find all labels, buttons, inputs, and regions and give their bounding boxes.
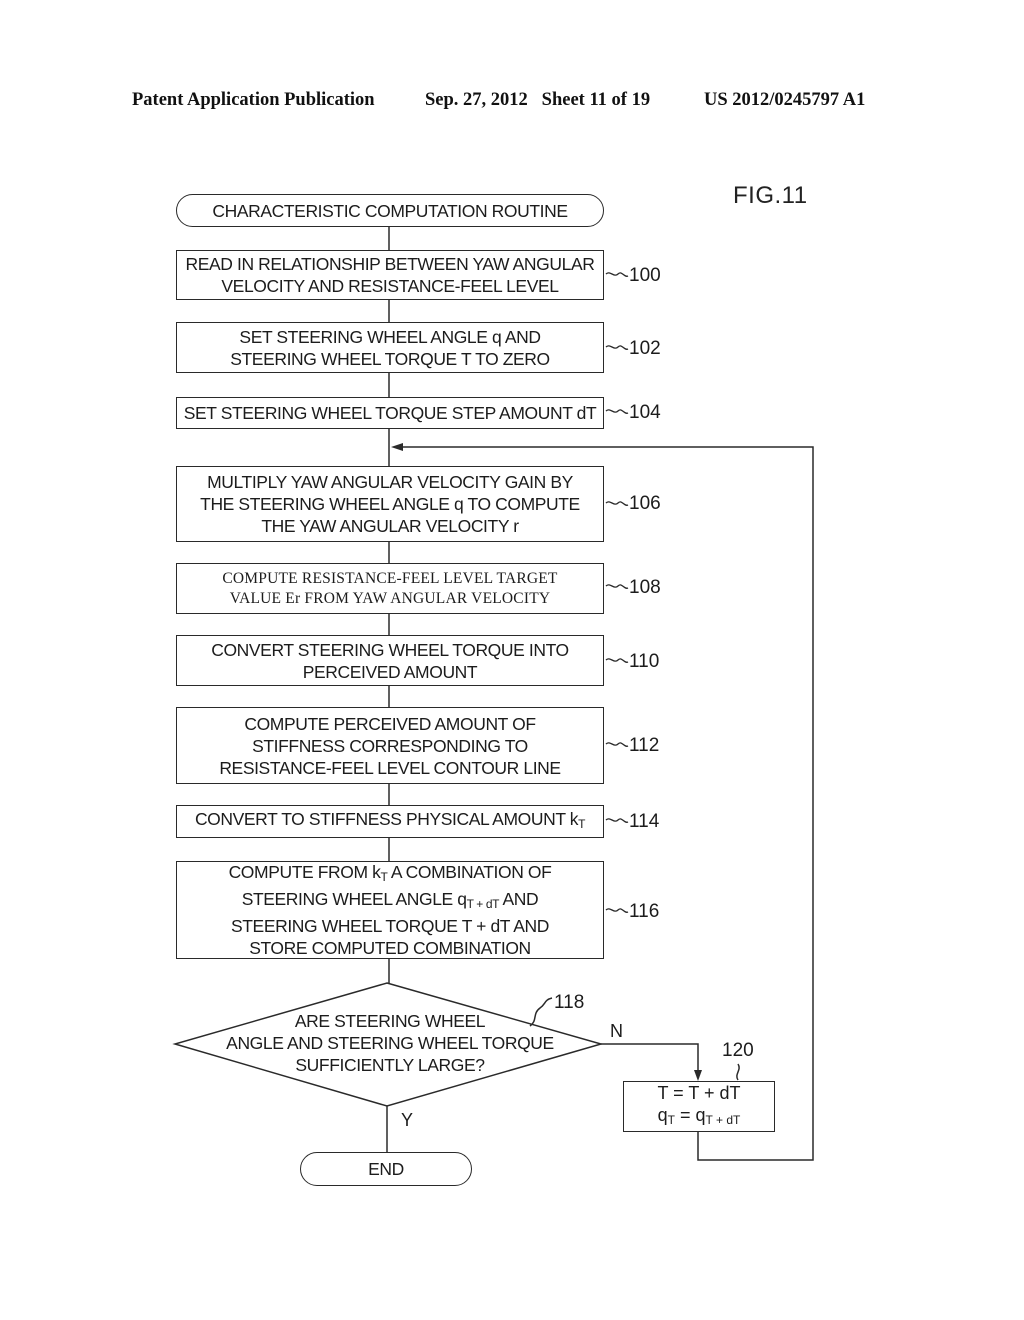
start-terminal: CHARACTERISTIC COMPUTATION ROUTINE bbox=[176, 194, 604, 227]
step-116-line1: COMPUTE FROM k bbox=[228, 862, 381, 882]
ref-108-leader bbox=[605, 584, 629, 589]
end-terminal: END bbox=[300, 1152, 472, 1186]
step-110-ref: 110 bbox=[629, 651, 660, 672]
step-112-ref: 112 bbox=[629, 735, 660, 756]
ref-106-leader bbox=[605, 501, 629, 506]
end-label: END bbox=[368, 1159, 404, 1179]
step-112-text: COMPUTE PERCEIVED AMOUNT OF STIFFNESS CO… bbox=[219, 713, 561, 778]
step-102-ref: 102 bbox=[629, 338, 661, 359]
step-110: CONVERT STEERING WHEEL TORQUE INTO PERCE… bbox=[176, 635, 604, 686]
step-102-text: SET STEERING WHEEL ANGLE q AND STEERING … bbox=[230, 326, 550, 369]
step-120: T = T + dT qT = qT + dT bbox=[623, 1081, 775, 1132]
step-116-line1-rest: A COMBINATION OF bbox=[387, 862, 552, 882]
step-108: COMPUTE RESISTANCE-FEEL LEVEL TARGET VAL… bbox=[176, 563, 604, 614]
step-100-text: READ IN RELATIONSHIP BETWEEN YAW ANGULAR… bbox=[185, 254, 595, 296]
step-102: SET STEERING WHEEL ANGLE q AND STEERING … bbox=[176, 322, 604, 373]
decision-yes-label: Y bbox=[401, 1110, 414, 1130]
step-110-text: CONVERT STEERING WHEEL TORQUE INTO PERCE… bbox=[211, 639, 569, 682]
ref-116-leader bbox=[605, 908, 629, 913]
step-116-ref: 116 bbox=[629, 901, 660, 922]
step-100-ref: 100 bbox=[629, 265, 661, 286]
step-116-line4: STORE COMPUTED COMBINATION bbox=[249, 938, 531, 958]
ref-104-leader bbox=[605, 409, 629, 414]
step-104-ref: 104 bbox=[629, 402, 661, 423]
ref-110-leader bbox=[605, 658, 629, 663]
step-120-line2-sub2: T + dT bbox=[705, 1113, 741, 1127]
ref-102-leader bbox=[605, 345, 629, 350]
step-120-line1: T = T + dT bbox=[657, 1083, 741, 1103]
step-104-text: SET STEERING WHEEL TORQUE STEP AMOUNT dT bbox=[183, 403, 597, 423]
start-label: CHARACTERISTIC COMPUTATION ROUTINE bbox=[212, 200, 568, 221]
step-114-ref: 114 bbox=[629, 811, 660, 832]
step-108-text: COMPUTE RESISTANCE-FEEL LEVEL TARGET VAL… bbox=[222, 569, 558, 607]
step-120-line2-eq: = q bbox=[675, 1105, 706, 1125]
step-104: SET STEERING WHEEL TORQUE STEP AMOUNT dT bbox=[176, 397, 604, 429]
ref-100-leader bbox=[605, 272, 629, 277]
step-116-text: COMPUTE FROM kT A COMBINATION OF STEERIN… bbox=[229, 861, 552, 959]
step-116: COMPUTE FROM kT A COMBINATION OF STEERIN… bbox=[176, 861, 604, 959]
decision-no-label: N bbox=[610, 1021, 623, 1041]
step-116-line2: STEERING WHEEL ANGLE q bbox=[241, 889, 467, 909]
decision-118-ref: 118 bbox=[554, 992, 585, 1013]
step-120-line2-sub: T bbox=[667, 1113, 676, 1127]
step-120-ref: 120 bbox=[722, 1040, 754, 1061]
step-108-ref: 108 bbox=[629, 577, 661, 598]
ref-112-leader bbox=[605, 742, 629, 747]
step-120-line2: qT = qT + dT bbox=[657, 1104, 741, 1131]
step-116-line2-rest: AND bbox=[499, 889, 539, 909]
step-114: CONVERT TO STIFFNESS PHYSICAL AMOUNT kT bbox=[176, 805, 604, 838]
step-106: MULTIPLY YAW ANGULAR VELOCITY GAIN BY TH… bbox=[176, 466, 604, 542]
step-114-text-sub: T bbox=[578, 817, 586, 831]
ref-leaders bbox=[605, 272, 629, 913]
arrowhead-no-branch bbox=[694, 1070, 702, 1081]
ref-114-leader bbox=[605, 818, 629, 823]
decision-118-text: ARE STEERING WHEEL ANGLE AND STEERING WH… bbox=[226, 1011, 554, 1075]
ref-120-leader bbox=[736, 1063, 740, 1081]
step-116-line3: STEERING WHEEL TORQUE T + dT AND bbox=[230, 916, 549, 936]
step-106-ref: 106 bbox=[629, 493, 661, 514]
step-106-text: MULTIPLY YAW ANGULAR VELOCITY GAIN BY TH… bbox=[200, 472, 580, 536]
step-114-text: CONVERT TO STIFFNESS PHYSICAL AMOUNT kT bbox=[194, 808, 586, 835]
step-120-line2-main: q bbox=[657, 1105, 668, 1125]
step-120-text: T = T + dT qT = qT + dT bbox=[657, 1082, 740, 1131]
step-116-line2-sub: T + dT bbox=[466, 897, 500, 911]
step-112: COMPUTE PERCEIVED AMOUNT OF STIFFNESS CO… bbox=[176, 707, 604, 784]
connector-no-branch bbox=[601, 1043, 699, 1076]
step-100: READ IN RELATIONSHIP BETWEEN YAW ANGULAR… bbox=[176, 250, 604, 300]
arrowhead-loop bbox=[391, 443, 403, 451]
step-114-text-main: CONVERT TO STIFFNESS PHYSICAL AMOUNT k bbox=[194, 809, 579, 829]
